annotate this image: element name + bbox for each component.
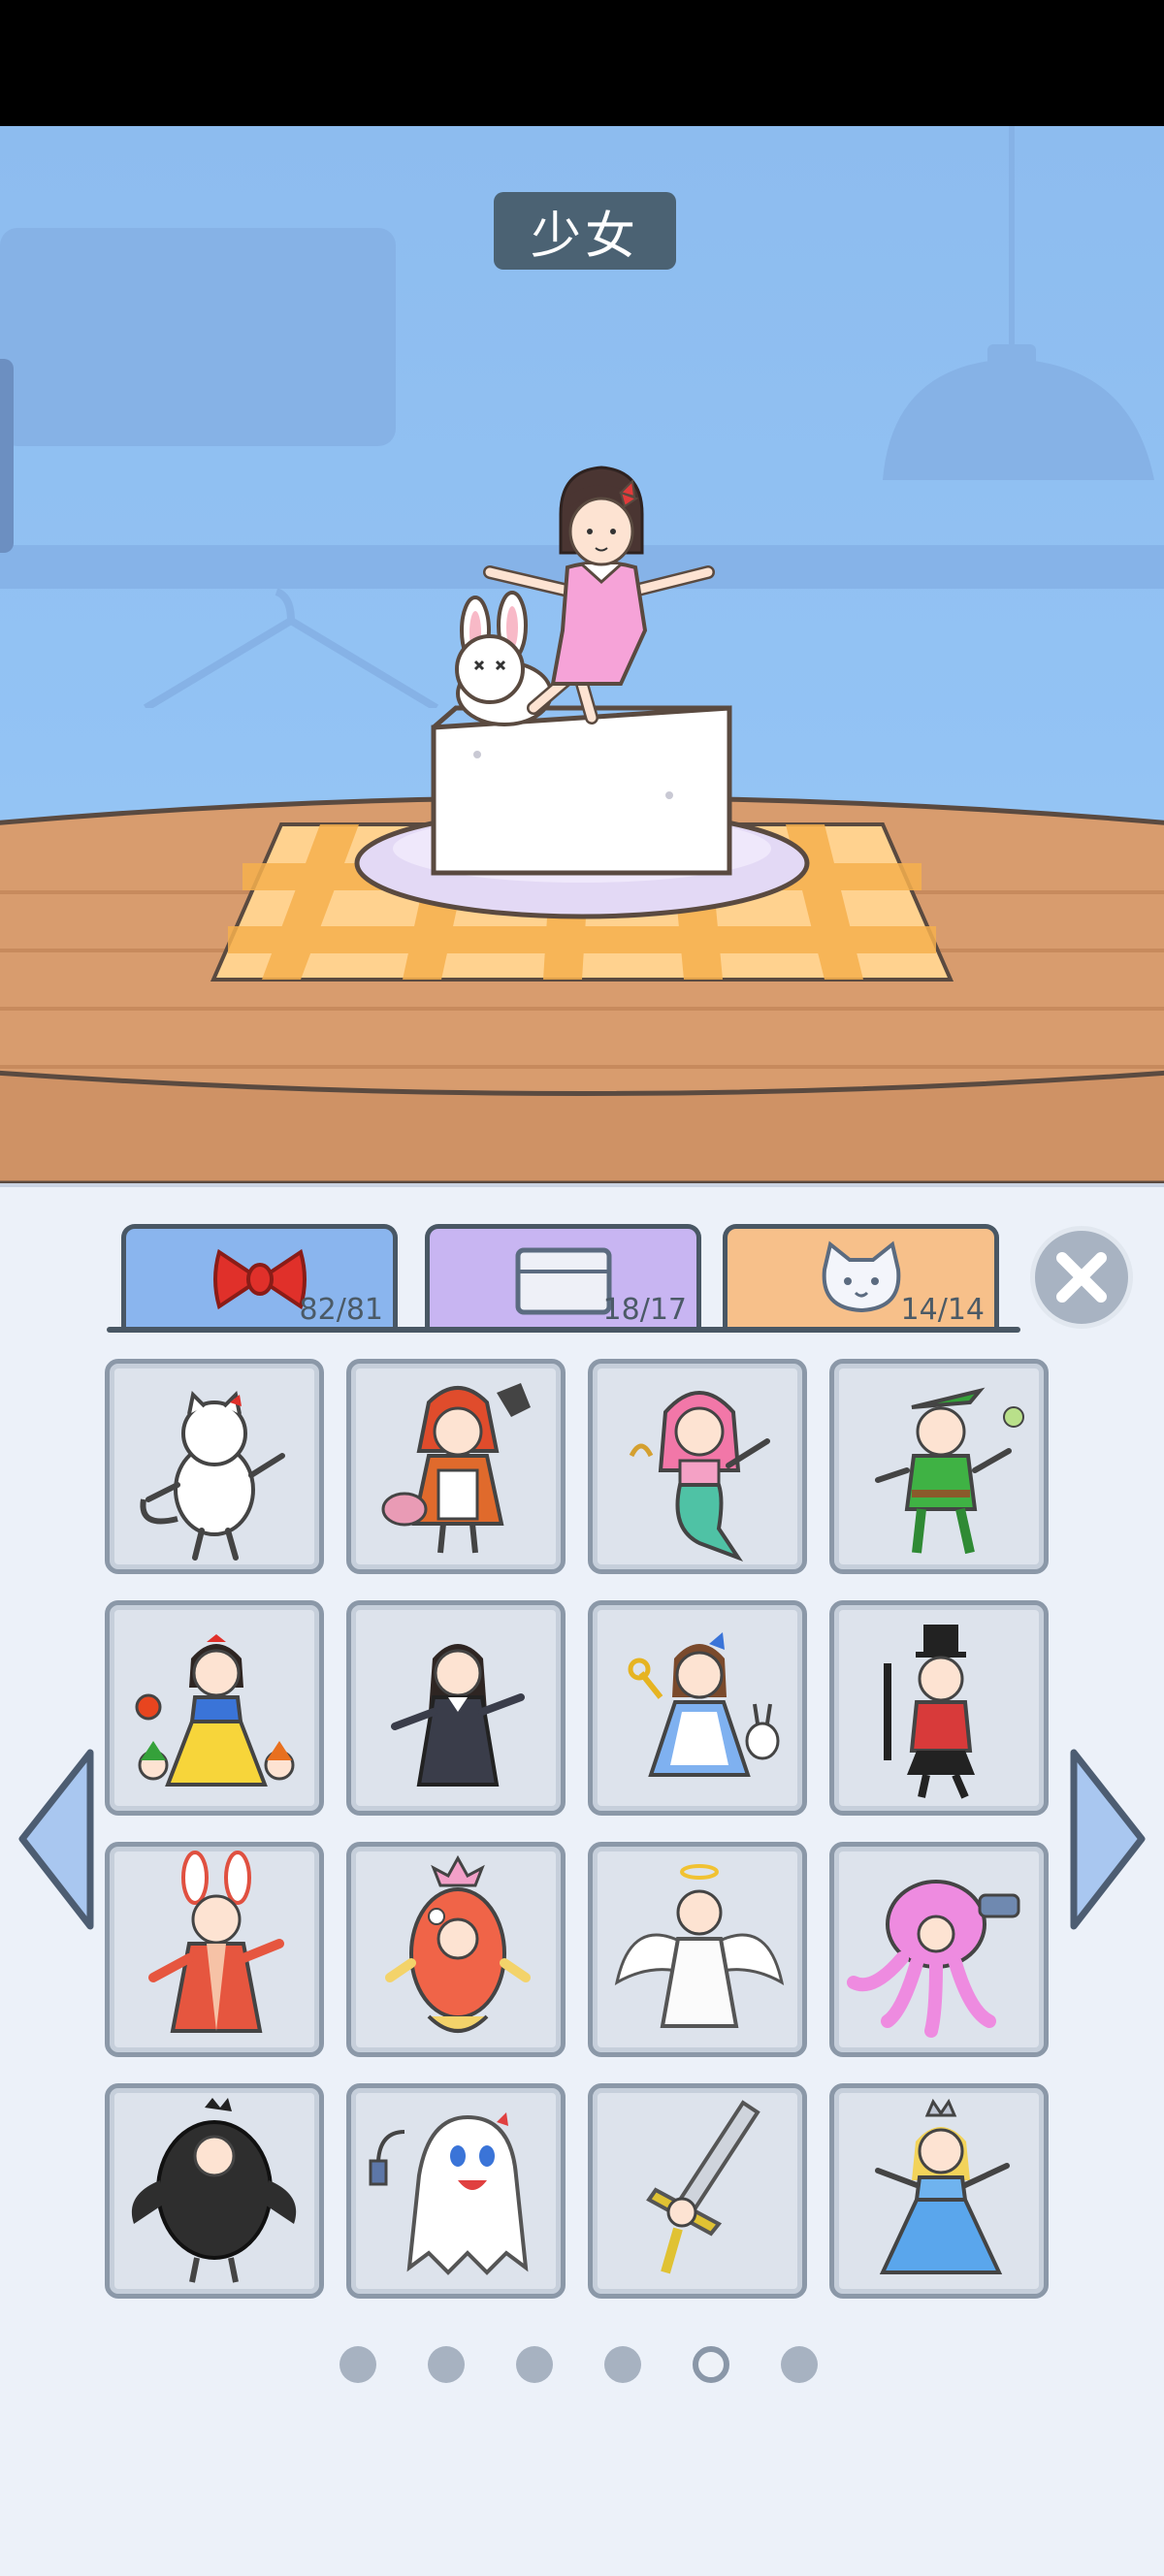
page-indicator [340, 2346, 844, 2385]
tab-count: 82/81 [299, 1293, 383, 1327]
octopus-costume-icon [847, 1880, 1020, 2038]
scene-view: 少女 [0, 126, 1164, 1183]
red-riding-hood-costume-icon [381, 1383, 531, 1554]
mermaid-costume-icon [629, 1391, 770, 1562]
ringmaster-costume-icon [884, 1625, 975, 1799]
snow-white-costume-icon [135, 1634, 295, 1787]
costume-tile-angel[interactable] [588, 1842, 807, 2057]
page-dot[interactable] [340, 2346, 376, 2383]
previous-page-arrow-icon[interactable] [15, 1745, 97, 1934]
page-dot[interactable] [781, 2346, 818, 2383]
costume-tile-cat[interactable] [105, 1359, 324, 1574]
page-dot-active[interactable] [693, 2346, 729, 2383]
close-button[interactable] [1030, 1226, 1133, 1329]
costume-tile-wednesday[interactable] [346, 1600, 566, 1816]
costume-tile-peter-pan[interactable] [829, 1359, 1049, 1574]
costume-tile-alice[interactable] [588, 1600, 807, 1816]
wednesday-costume-icon [391, 1644, 525, 1787]
status-bar [0, 0, 1164, 126]
costume-tile-red-riding-hood[interactable] [346, 1359, 566, 1574]
page-dot[interactable] [604, 2346, 641, 2383]
tofu-block-icon [431, 705, 732, 876]
plate-icon [515, 1247, 611, 1314]
costume-tile-black-chicken[interactable] [105, 2083, 324, 2299]
bow-icon [212, 1248, 307, 1309]
tab-plates[interactable]: 18/17 [425, 1224, 701, 1329]
black-chicken-costume-icon [131, 2098, 297, 2283]
category-tabs: 82/81 18/17 14/14 [121, 1224, 1018, 1333]
costume-tile-sword[interactable] [588, 2083, 807, 2299]
costume-tile-ghost[interactable] [346, 2083, 566, 2299]
costume-tile-mermaid[interactable] [588, 1359, 807, 1574]
tab-count: 18/17 [602, 1293, 687, 1327]
cat-icon [822, 1240, 900, 1312]
wardrobe-panel: 82/81 18/17 14/14 [0, 1183, 1164, 2576]
costume-tile-cinderella[interactable] [829, 2083, 1049, 2299]
angel-costume-icon [614, 1864, 785, 2028]
peter-pan-costume-icon [875, 1387, 1024, 1555]
costume-tile-bunny-hanfu[interactable] [105, 1842, 324, 2057]
goldfish-costume-icon [385, 1854, 531, 2033]
costume-tile-snow-white[interactable] [105, 1600, 324, 1816]
ghost-costume-icon [369, 2112, 529, 2275]
table-scene [0, 466, 1164, 1183]
page-dot[interactable] [428, 2346, 465, 2383]
costume-tile-ringmaster[interactable] [829, 1600, 1049, 1816]
tab-pets[interactable]: 14/14 [723, 1224, 999, 1329]
page-dot[interactable] [516, 2346, 553, 2383]
tab-count: 14/14 [900, 1293, 985, 1327]
tab-accessories[interactable]: 82/81 [121, 1224, 398, 1329]
alice-costume-icon [628, 1632, 780, 1777]
next-page-arrow-icon[interactable] [1067, 1745, 1149, 1934]
cinderella-costume-icon [875, 2098, 1010, 2274]
cat-costume-icon [140, 1390, 285, 1561]
costume-tile-goldfish[interactable] [346, 1842, 566, 2057]
tabs-divider [107, 1327, 1020, 1333]
close-icon [1056, 1252, 1107, 1303]
costume-tile-octopus[interactable] [829, 1842, 1049, 2057]
bunny-hanfu-costume-icon [148, 1851, 284, 2033]
sword-costume-icon [646, 2100, 760, 2274]
